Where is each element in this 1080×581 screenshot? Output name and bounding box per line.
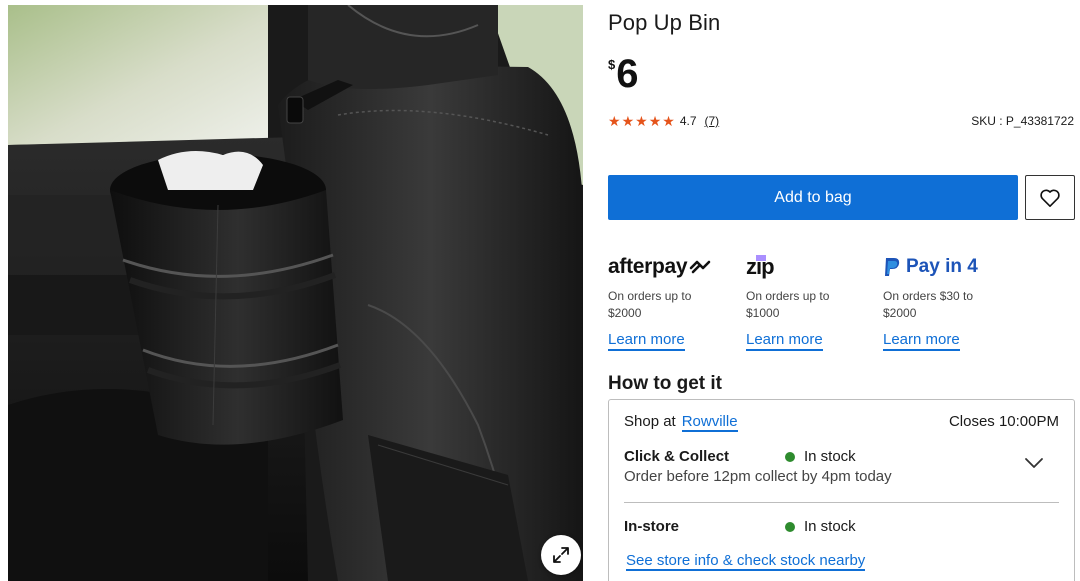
shop-at: Shop at Rowville	[624, 413, 738, 432]
divider	[624, 502, 1059, 503]
wishlist-button[interactable]	[1025, 175, 1075, 220]
click-collect-label: Click & Collect	[624, 448, 730, 465]
zip-desc: On orders up to $1000	[746, 289, 830, 320]
afterpay-logo-text: afterpay	[608, 255, 688, 278]
star-icon: ★	[635, 113, 648, 129]
payment-option-zip: zip On orders up to $1000 Learn more	[746, 252, 876, 351]
how-to-get-it-heading: How to get it	[608, 373, 722, 394]
store-info-link[interactable]: See store info & check stock nearby	[626, 552, 866, 571]
afterpay-logo: afterpay	[608, 252, 738, 282]
product-photo	[8, 5, 583, 581]
shop-at-label: Shop at	[624, 413, 676, 430]
paypal-logo: Pay in 4	[883, 252, 1013, 282]
expand-icon	[553, 547, 569, 563]
product-image	[8, 5, 583, 581]
in-store-label: In-store	[624, 518, 680, 535]
click-collect-note: Order before 12pm collect by 4pm today	[624, 468, 892, 485]
add-to-bag-button[interactable]: Add to bag	[608, 175, 1018, 220]
star-icon: ★	[662, 113, 675, 129]
paypal-logo-text: Pay in 4	[906, 256, 978, 277]
afterpay-learn-more-link[interactable]: Learn more	[608, 331, 685, 351]
rating: ★ ★ ★ ★ ★ 4.7 (7)	[608, 114, 719, 128]
store-name-link[interactable]: Rowville	[681, 413, 738, 432]
payment-option-paypal: Pay in 4 On orders $30 to $2000 Learn mo…	[883, 252, 1013, 351]
in-stock-dot-icon	[785, 521, 795, 532]
star-icon: ★	[621, 113, 635, 129]
click-collect-status-text: In stock	[804, 448, 856, 465]
zip-learn-more-link[interactable]: Learn more	[746, 331, 823, 351]
click-collect-status: In stock	[785, 448, 856, 465]
rating-value: 4.7	[679, 114, 697, 128]
rating-count-link[interactable]: (7)	[705, 114, 720, 128]
product-price: $ 6	[608, 52, 638, 96]
heart-icon	[1040, 189, 1060, 207]
expand-image-button[interactable]	[541, 535, 581, 575]
paypal-icon	[885, 257, 900, 276]
price-currency: $	[608, 57, 616, 72]
afterpay-desc: On orders up to $2000	[608, 289, 692, 320]
rating-stars: ★ ★ ★ ★ ★	[608, 114, 675, 128]
fulfilment-panel: Shop at Rowville Closes 10:00PM Click & C…	[608, 399, 1075, 581]
paypal-learn-more-link[interactable]: Learn more	[883, 331, 960, 351]
zip-logo: zip	[746, 252, 876, 282]
store-closing-time: Closes 10:00PM	[948, 413, 1059, 430]
in-store-status: In stock	[785, 518, 856, 535]
payment-option-afterpay: afterpay On orders up to $2000 Learn mor…	[608, 252, 738, 351]
zip-accent-icon	[756, 255, 766, 261]
chevron-down-icon	[1025, 458, 1043, 468]
afterpay-arrows-icon	[690, 260, 711, 274]
in-stock-dot-icon	[785, 451, 795, 462]
star-icon: ★	[608, 113, 621, 129]
star-icon: ★	[648, 113, 662, 129]
product-title: Pop Up Bin	[608, 10, 721, 35]
in-store-status-text: In stock	[804, 518, 856, 535]
price-amount: 6	[616, 52, 639, 96]
click-collect-expand-button[interactable]	[1024, 456, 1044, 474]
paypal-desc: On orders $30 to $2000	[883, 289, 974, 320]
product-sku: SKU : P_43381722	[971, 114, 1074, 128]
